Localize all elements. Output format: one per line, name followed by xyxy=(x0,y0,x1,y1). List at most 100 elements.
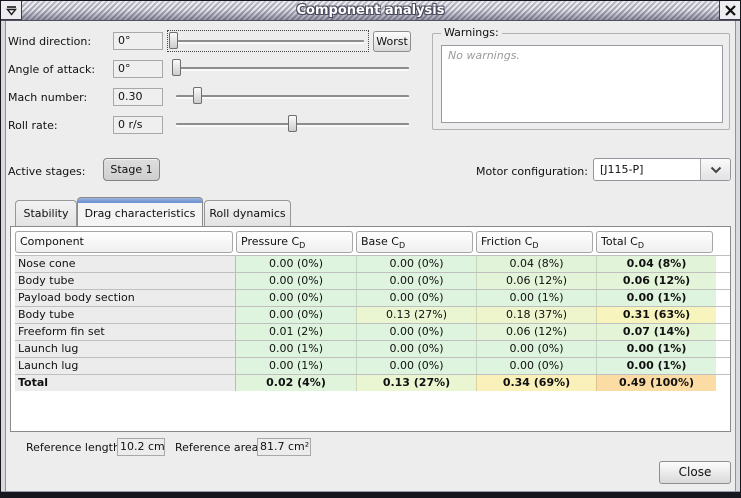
value-cell: 0.18 (37%) xyxy=(476,307,596,323)
angle-of-attack-label: Angle of attack: xyxy=(8,63,95,77)
close-button[interactable]: Close xyxy=(659,461,731,484)
value-cell: 0.06 (12%) xyxy=(596,273,716,289)
column-header-base-c[interactable]: Base CD xyxy=(356,231,473,253)
value-cell: 0.00 (0%) xyxy=(236,290,356,306)
value-cell: 0.00 (0%) xyxy=(356,290,476,306)
motor-configuration-combo[interactable]: [J115-P] xyxy=(593,158,731,181)
tab-drag-characteristics-label: Drag characteristics xyxy=(78,200,202,226)
value-cell: 0.00 (1%) xyxy=(596,341,716,357)
table-row[interactable]: Nose cone0.00 (0%)0.00 (0%)0.04 (8%)0.04… xyxy=(15,255,730,272)
value-cell: 0.00 (0%) xyxy=(356,273,476,289)
stage-1-toggle[interactable]: Stage 1 xyxy=(103,158,160,181)
roll-rate-slider-thumb[interactable] xyxy=(288,115,297,132)
value-cell: 0.02 (4%) xyxy=(236,375,356,391)
value-cell: 0.00 (0%) xyxy=(356,256,476,272)
frame-left-edge xyxy=(1,21,6,491)
chevron-down-icon xyxy=(710,166,722,174)
table-body: Nose cone0.00 (0%)0.00 (0%)0.04 (8%)0.04… xyxy=(15,255,730,391)
tab-drag-characteristics[interactable]: Drag characteristics xyxy=(77,197,203,226)
value-cell: 0.00 (0%) xyxy=(236,307,356,323)
reference-area-value: 81.7 cm² xyxy=(257,438,311,456)
wind-direction-label: Wind direction: xyxy=(8,35,91,49)
column-header-pressure-c[interactable]: Pressure CD xyxy=(236,231,353,253)
roll-rate-label: Roll rate: xyxy=(8,119,58,133)
table-row[interactable]: Launch lug0.00 (1%)0.00 (0%)0.00 (0%)0.0… xyxy=(15,340,730,357)
component-cell: Launch lug xyxy=(15,358,236,374)
column-header-component[interactable]: Component xyxy=(15,231,233,253)
value-cell: 0.00 (1%) xyxy=(596,358,716,374)
worst-button[interactable]: Worst xyxy=(373,31,411,52)
column-header-friction-c[interactable]: Friction CD xyxy=(476,231,593,253)
value-cell: 0.00 (0%) xyxy=(236,273,356,289)
value-cell: 0.49 (100%) xyxy=(596,375,716,391)
window-menu-icon xyxy=(5,4,18,17)
table-row[interactable]: Launch lug0.00 (1%)0.00 (0%)0.00 (0%)0.0… xyxy=(15,357,730,374)
mach-number-slider-thumb[interactable] xyxy=(193,87,202,104)
value-cell: 0.06 (12%) xyxy=(476,324,596,340)
angle-of-attack-slider[interactable] xyxy=(176,59,409,79)
wind-direction-slider[interactable] xyxy=(167,30,369,52)
motor-configuration-value: [J115-P] xyxy=(600,159,643,180)
window-close-button[interactable] xyxy=(719,1,740,20)
motor-configuration-label: Motor configuration: xyxy=(450,165,588,179)
value-cell: 0.07 (14%) xyxy=(596,324,716,340)
value-cell: 0.34 (69%) xyxy=(476,375,596,391)
reference-area-label: Reference area: xyxy=(175,441,262,455)
frame-bottom-edge xyxy=(1,491,740,497)
mach-number-slider[interactable] xyxy=(176,87,409,107)
column-header-total-c[interactable]: Total CD xyxy=(596,231,713,253)
angle-of-attack-field[interactable]: 0° xyxy=(113,60,163,78)
wind-direction-field[interactable]: 0° xyxy=(113,32,163,50)
reference-length-label: Reference length: xyxy=(26,441,124,455)
component-cell: Launch lug xyxy=(15,341,236,357)
warnings-group: Warnings: No warnings. xyxy=(432,33,730,130)
titlebar[interactable]: Component analysis xyxy=(1,1,740,21)
angle-of-attack-slider-track[interactable] xyxy=(176,67,409,71)
value-cell: 0.00 (0%) xyxy=(356,324,476,340)
value-cell: 0.04 (8%) xyxy=(596,256,716,272)
table-row[interactable]: Body tube0.00 (0%)0.13 (27%)0.18 (37%)0.… xyxy=(15,306,730,323)
tab-roll-dynamics-label: Roll dynamics xyxy=(205,201,290,227)
roll-rate-slider[interactable] xyxy=(176,115,409,135)
table-row[interactable]: Payload body section0.00 (0%)0.00 (0%)0.… xyxy=(15,289,730,306)
warnings-list: No warnings. xyxy=(441,45,723,123)
component-cell: Total xyxy=(15,375,236,391)
close-icon xyxy=(724,4,737,17)
value-cell: 0.00 (1%) xyxy=(236,358,356,374)
mach-number-label: Mach number: xyxy=(8,91,87,105)
table-row[interactable]: Body tube0.00 (0%)0.00 (0%)0.06 (12%)0.0… xyxy=(15,272,730,289)
value-cell: 0.00 (0%) xyxy=(476,358,596,374)
value-cell: 0.01 (2%) xyxy=(236,324,356,340)
warnings-group-title: Warnings: xyxy=(441,26,502,39)
value-cell: 0.04 (8%) xyxy=(476,256,596,272)
value-cell: 0.13 (27%) xyxy=(356,375,476,391)
mach-number-slider-track[interactable] xyxy=(176,95,409,99)
value-cell: 0.06 (12%) xyxy=(476,273,596,289)
window-menu-button[interactable] xyxy=(1,1,22,20)
wind-direction-slider-track[interactable] xyxy=(173,40,364,44)
mach-number-field[interactable]: 0.30 xyxy=(113,88,163,106)
value-cell: 0.13 (27%) xyxy=(356,307,476,323)
component-cell: Freeform fin set xyxy=(15,324,236,340)
table-header-row: ComponentPressure CDBase CDFriction CDTo… xyxy=(15,229,730,255)
drag-table-scrollpane[interactable]: ComponentPressure CDBase CDFriction CDTo… xyxy=(10,226,731,432)
combo-arrow-section[interactable] xyxy=(700,159,730,180)
roll-rate-field[interactable]: 0 r/s xyxy=(113,116,163,134)
reference-length-value: 10.2 cm xyxy=(117,438,165,456)
component-cell: Payload body section xyxy=(15,290,236,306)
value-cell: 0.00 (0%) xyxy=(236,256,356,272)
component-cell: Body tube xyxy=(15,307,236,323)
value-cell: 0.00 (0%) xyxy=(356,341,476,357)
wind-direction-slider-thumb[interactable] xyxy=(169,32,178,49)
angle-of-attack-slider-thumb[interactable] xyxy=(172,59,181,76)
value-cell: 0.00 (0%) xyxy=(356,358,476,374)
tab-roll-dynamics[interactable]: Roll dynamics xyxy=(204,200,291,226)
tab-stability[interactable]: Stability xyxy=(15,200,77,226)
value-cell: 0.00 (1%) xyxy=(236,341,356,357)
value-cell: 0.00 (1%) xyxy=(476,290,596,306)
component-cell: Nose cone xyxy=(15,256,236,272)
component-analysis-dialog: Component analysis Wind direction: 0° Wo… xyxy=(0,0,741,498)
value-cell: 0.00 (0%) xyxy=(476,341,596,357)
table-row[interactable]: Total0.02 (4%)0.13 (27%)0.34 (69%)0.49 (… xyxy=(15,374,730,391)
table-row[interactable]: Freeform fin set0.01 (2%)0.00 (0%)0.06 (… xyxy=(15,323,730,340)
